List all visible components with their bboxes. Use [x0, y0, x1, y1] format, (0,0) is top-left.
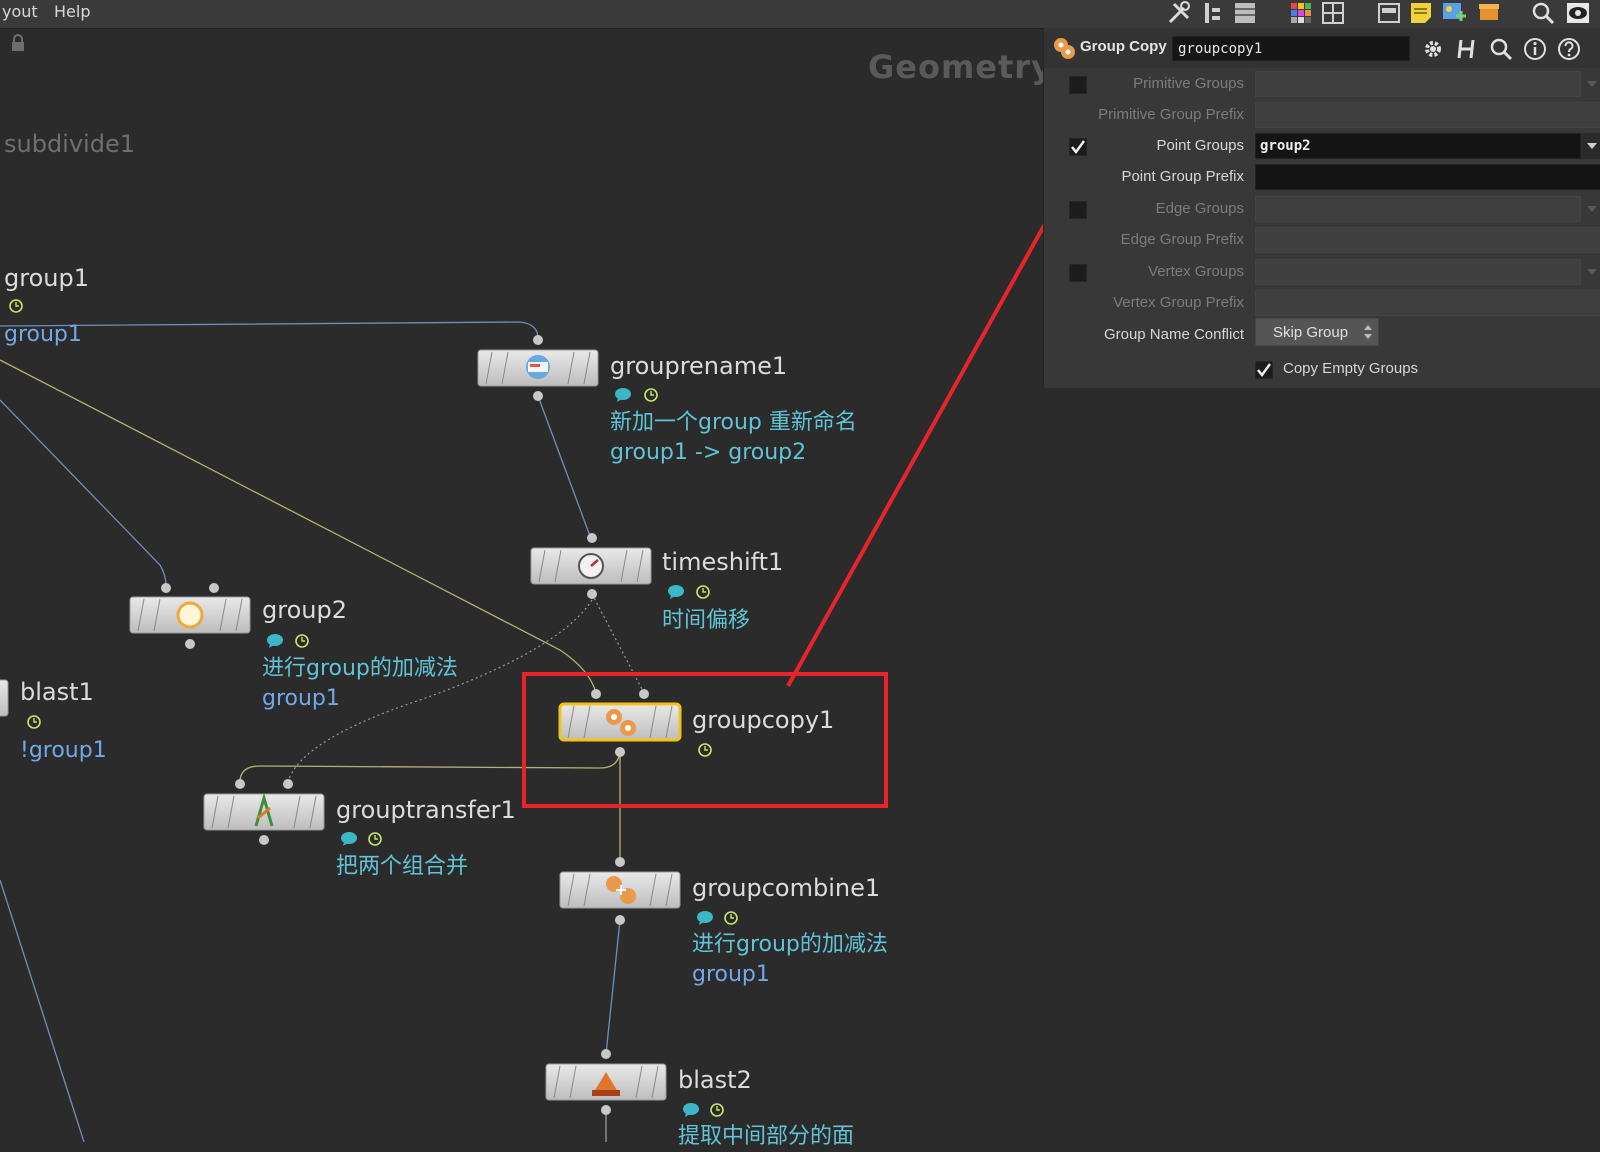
node-comment-grouptransfer1: 把两个组合并	[336, 854, 469, 879]
node-type-label: Group Copy	[1080, 38, 1167, 55]
node-name-blast1: blast1	[20, 678, 94, 706]
node-group-label-group2: group1	[262, 686, 340, 711]
point-group-prefix-field[interactable]	[1255, 164, 1600, 190]
copy-empty-groups-label: Copy Empty Groups	[1283, 360, 1419, 377]
display-flag-icon[interactable]	[644, 388, 658, 402]
wire-left-long[interactable]	[0, 879, 85, 1142]
node-group-label-groupcombine1: group1	[692, 962, 770, 987]
group-icon	[176, 601, 204, 629]
info-icon[interactable]	[1522, 36, 1548, 62]
gear-icon[interactable]	[1420, 36, 1446, 62]
vertex-groups-field[interactable]	[1255, 259, 1581, 285]
display-flag-icon[interactable]	[368, 832, 382, 846]
node-blast1[interactable]	[0, 679, 9, 717]
point-groups-label: Point Groups	[1156, 137, 1244, 154]
node-groupcombine1[interactable]	[559, 857, 681, 925]
node-comment-groupcombine1: 进行group的加减法	[692, 932, 888, 957]
vertex-groups-label: Vertex Groups	[1148, 263, 1244, 280]
group-name-conflict-label: Group Name Conflict	[1103, 326, 1244, 343]
wire-groupcopy1-grouptransfer1[interactable]	[239, 751, 621, 783]
node-name-field[interactable]: groupcopy1	[1172, 36, 1410, 61]
chevron-down-icon[interactable]	[1581, 71, 1600, 97]
node-name-blast2: blast2	[678, 1066, 752, 1094]
edge-groups-label: Edge Groups	[1155, 200, 1244, 217]
node-name-group1: group1	[4, 264, 89, 292]
node-comment-blast2: 提取中间部分的面	[678, 1124, 855, 1149]
node-group2[interactable]	[129, 583, 251, 649]
display-flag-icon[interactable]	[27, 715, 41, 729]
comment-icon[interactable]	[614, 387, 632, 403]
node-comment-grouprename1-line1: 新加一个group 重新命名	[610, 410, 857, 435]
node-groupcopy1[interactable]	[558, 689, 682, 757]
display-flag-icon[interactable]	[696, 585, 710, 599]
primitive-group-prefix-field[interactable]	[1255, 102, 1600, 128]
group-name-conflict-menu[interactable]: Skip Group	[1255, 318, 1379, 346]
parameter-panel: Group Copy groupcopy1 Primitive Groups P…	[1043, 28, 1600, 388]
rename-icon	[526, 355, 550, 379]
node-comment-grouprename1-line2: group1 -> group2	[610, 440, 807, 465]
timeshift-icon	[578, 553, 604, 579]
display-flag-icon[interactable]	[724, 911, 738, 925]
parameter-panel-header: Group Copy groupcopy1	[1044, 28, 1600, 68]
wire-group1-group2[interactable]	[0, 399, 167, 587]
group-name-conflict-value: Skip Group	[1273, 324, 1349, 341]
node-name-groupcopy1: groupcopy1	[692, 706, 835, 734]
node-name-timeshift1: timeshift1	[662, 548, 784, 576]
wire-groupcombine1-blast2[interactable]	[605, 919, 621, 1055]
point-group-prefix-label: Point Group Prefix	[1121, 168, 1244, 185]
display-flag-icon[interactable]	[9, 299, 23, 313]
node-name-grouprename1: grouprename1	[610, 352, 788, 380]
node-comment-group2: 进行group的加减法	[262, 656, 458, 681]
node-name-group2: group2	[262, 596, 347, 624]
primitive-group-prefix-label: Primitive Group Prefix	[1098, 106, 1244, 123]
node-group-label-group1: group1	[4, 322, 82, 347]
node-comment-timeshift1: 时间偏移	[662, 608, 751, 633]
chevron-down-icon[interactable]	[1581, 196, 1600, 222]
chevron-down-icon[interactable]	[1581, 133, 1600, 159]
node-timeshift1[interactable]	[530, 533, 652, 599]
help-icon[interactable]	[1556, 36, 1582, 62]
node-grouptransfer1[interactable]	[203, 779, 325, 845]
comment-icon[interactable]	[682, 1102, 700, 1118]
help-h-icon[interactable]	[1454, 36, 1480, 62]
edge-group-prefix-label: Edge Group Prefix	[1120, 231, 1244, 248]
node-name-grouptransfer1: grouptransfer1	[336, 796, 516, 824]
comment-icon[interactable]	[266, 633, 284, 649]
comment-icon[interactable]	[696, 910, 714, 926]
checkmark-icon	[1257, 363, 1272, 378]
display-flag-icon[interactable]	[710, 1103, 724, 1117]
chevron-down-icon[interactable]	[1581, 259, 1600, 285]
point-groups-field[interactable]: group2	[1255, 133, 1581, 159]
vertex-group-prefix-field[interactable]	[1255, 290, 1600, 316]
wire-timeshift1-groupcopy1[interactable]	[591, 593, 645, 694]
edge-group-prefix-field[interactable]	[1255, 227, 1600, 253]
edge-groups-field[interactable]	[1255, 196, 1581, 222]
spinner-arrows-icon	[1364, 325, 1372, 339]
comment-icon[interactable]	[667, 584, 685, 600]
node-group-label-blast1: !group1	[20, 738, 107, 763]
group-copy-icon	[1054, 38, 1075, 59]
primitive-groups-field[interactable]	[1255, 71, 1581, 97]
comment-icon[interactable]	[340, 831, 358, 847]
node-grouprename1[interactable]	[477, 335, 599, 401]
vertex-group-prefix-label: Vertex Group Prefix	[1113, 294, 1244, 311]
display-flag-icon[interactable]	[295, 634, 309, 648]
wire-grouprename1-timeshift1[interactable]	[537, 395, 591, 537]
copy-empty-groups-toggle[interactable]	[1255, 361, 1273, 379]
node-name-groupcombine1: groupcombine1	[692, 874, 881, 902]
display-flag-icon[interactable]	[698, 743, 712, 757]
search-icon[interactable]	[1488, 36, 1514, 62]
primitive-groups-label: Primitive Groups	[1133, 75, 1244, 92]
node-blast2[interactable]	[545, 1049, 667, 1115]
